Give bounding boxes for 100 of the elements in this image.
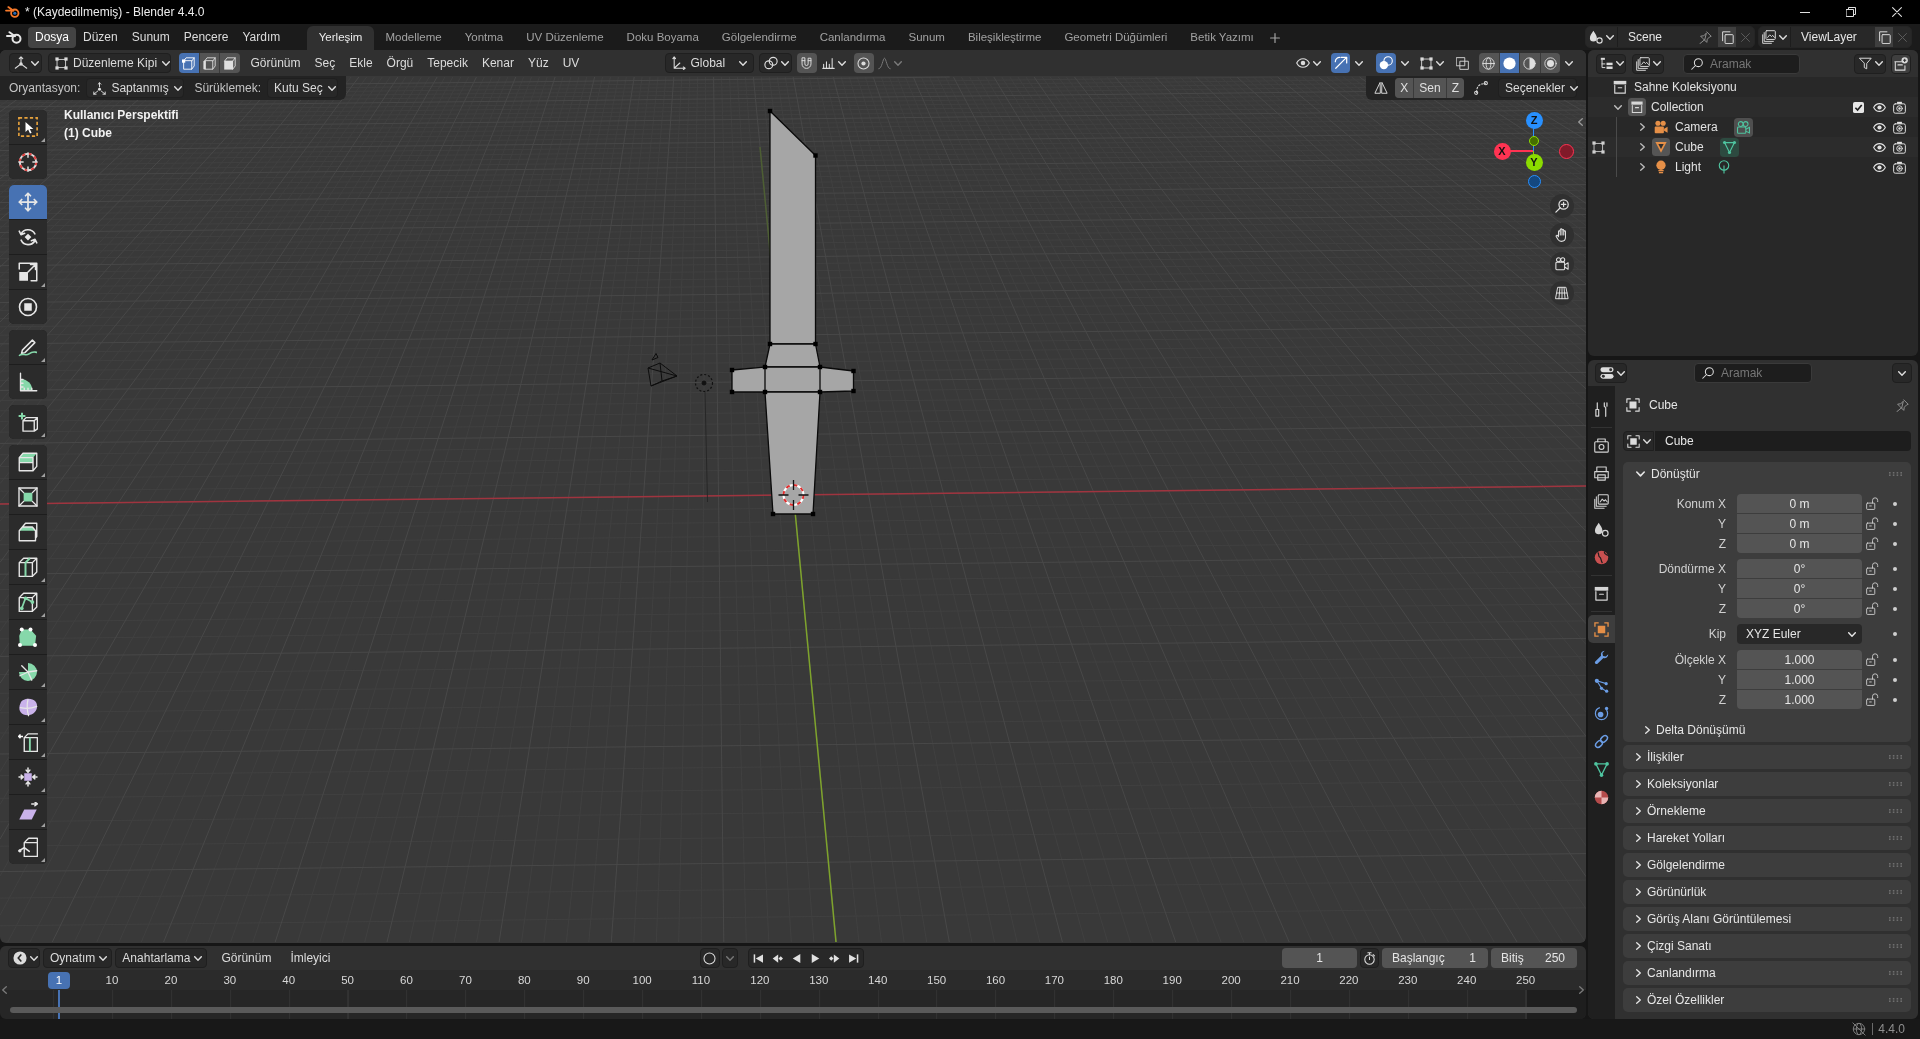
overlay-toggle[interactable] — [1376, 53, 1396, 73]
end-frame-field[interactable]: Bitiş 250 — [1491, 948, 1577, 968]
menu-item[interactable]: Tepecik — [420, 53, 475, 73]
auto-merge-button[interactable] — [1472, 78, 1490, 98]
menu-item[interactable]: Görünüm — [243, 53, 308, 73]
tree-item-label[interactable]: Sahne Koleksiyonu — [1634, 81, 1737, 93]
light-bulb-icon[interactable] — [1654, 160, 1668, 174]
padlock-open-icon[interactable] — [1865, 673, 1879, 686]
chevron-left-icon[interactable] — [1578, 118, 1583, 126]
padlock-open-icon[interactable] — [1865, 537, 1879, 550]
tool-button[interactable] — [9, 550, 47, 584]
menu-item[interactable]: Görünüm — [216, 948, 277, 968]
tool-button[interactable] — [9, 445, 47, 479]
tool-button[interactable] — [9, 220, 47, 254]
panel-header[interactable]: Örnekleme — [1623, 799, 1911, 823]
dot-icon[interactable] — [1893, 632, 1897, 636]
camera-icon[interactable] — [1893, 120, 1906, 134]
padlock-open-icon[interactable] — [1865, 653, 1879, 666]
panel-header[interactable]: Çizgi Sanatı — [1623, 934, 1911, 958]
menu-dropdown[interactable]: Anahtarlama — [115, 948, 208, 968]
editor-type-dropdown[interactable] — [8, 948, 40, 968]
editor-type-dropdown[interactable] — [1595, 363, 1627, 383]
tool-button[interactable] — [9, 145, 47, 179]
gizmo-toggle[interactable] — [1331, 53, 1350, 73]
tool-button[interactable] — [9, 655, 47, 689]
workspace-tab[interactable]: Doku Boyama — [615, 26, 711, 50]
tree-item-label[interactable]: Cube — [1675, 141, 1704, 153]
mode-dropdown[interactable]: Düzenleme Kipi — [48, 53, 171, 73]
menu-item[interactable]: Düzen — [76, 26, 125, 48]
display-mode-dropdown[interactable] — [1596, 53, 1626, 74]
start-frame-field[interactable]: Başlangıç 1 — [1382, 948, 1488, 968]
number-field[interactable]: 0 m — [1737, 514, 1862, 533]
object-name-field[interactable]: Cube — [1655, 431, 1911, 451]
mirror-axis-toggle[interactable]: X — [1395, 78, 1414, 98]
panel-header[interactable]: Dönüştür — [1623, 462, 1911, 486]
number-field[interactable]: 0° — [1737, 599, 1862, 618]
checkbox[interactable] — [1853, 101, 1864, 113]
tree-item-label[interactable]: Light — [1675, 161, 1702, 173]
tool-button[interactable] — [9, 760, 47, 794]
padlock-open-icon[interactable] — [1865, 562, 1879, 575]
workspace-tab[interactable]: Sunum — [896, 26, 957, 50]
current-frame-field[interactable]: 1 — [1282, 948, 1357, 968]
select-mode-button[interactable] — [179, 53, 199, 73]
pivot-dropdown[interactable] — [758, 53, 792, 73]
padlock-open-icon[interactable] — [1865, 693, 1879, 706]
tool-button[interactable] — [9, 255, 47, 289]
dot-icon[interactable] — [1893, 586, 1897, 591]
workspace-tab[interactable]: Yerleşim — [307, 26, 374, 50]
subpanel-header[interactable]: Delta Dönüşümü — [1623, 719, 1911, 741]
number-field[interactable]: 1.000 — [1737, 690, 1862, 709]
chevron-left-icon[interactable] — [2, 986, 7, 994]
square-vertices-icon[interactable] — [1591, 140, 1605, 154]
workspace-tab[interactable]: Bileşikleştirme — [956, 26, 1053, 50]
mirror-axis-toggle[interactable]: Z — [1446, 78, 1464, 98]
preview-range-toggle[interactable] — [1360, 948, 1379, 968]
dot-icon[interactable] — [1893, 657, 1897, 662]
menu-item[interactable]: Ekle — [342, 53, 380, 73]
dot-icon[interactable] — [1893, 697, 1897, 702]
padlock-open-icon[interactable] — [1865, 497, 1879, 510]
panel-header[interactable]: Özel Özellikler — [1623, 988, 1911, 1012]
select-mode-button[interactable] — [220, 53, 240, 73]
workspace-tab[interactable]: Yontma — [453, 26, 515, 50]
orientation-dropdown[interactable]: Saptanmış — [86, 78, 185, 98]
triangle-mesh-icon[interactable] — [1719, 137, 1739, 157]
box-icon[interactable] — [1613, 80, 1627, 94]
proportional-editing-toggle[interactable] — [853, 53, 874, 73]
workspace-tab[interactable]: Canlandırma — [808, 26, 897, 50]
padlock-open-icon[interactable] — [1865, 582, 1879, 595]
bulb-outline-icon[interactable] — [1717, 160, 1732, 174]
playhead-handle[interactable]: 1 — [48, 972, 70, 989]
workspace-tab[interactable]: Geometri Düğümleri — [1052, 26, 1179, 50]
menu-dropdown[interactable]: Oynatım — [43, 948, 113, 968]
tool-button[interactable] — [9, 290, 47, 324]
panel-header[interactable]: Hareket Yolları — [1623, 826, 1911, 850]
eye-icon[interactable] — [1873, 142, 1886, 152]
dot-icon[interactable] — [1893, 677, 1897, 682]
pan-button[interactable] — [1550, 223, 1574, 247]
rotation-mode-dropdown[interactable]: XYZ Euler — [1737, 624, 1862, 644]
zoom-button[interactable] — [1550, 194, 1574, 218]
menu-item[interactable]: Örgü — [379, 53, 421, 73]
options-dropdown[interactable]: Seçenekler — [1498, 78, 1577, 98]
tool-button[interactable] — [9, 480, 47, 514]
view-layer-dropdown[interactable] — [1632, 53, 1664, 74]
panel-header[interactable]: İlişkiler — [1623, 745, 1911, 769]
workspace-tab[interactable]: Betik Yazımı — [1178, 26, 1266, 50]
shading-mode-button[interactable] — [1540, 53, 1560, 73]
tool-button[interactable] — [9, 725, 47, 759]
axis-circle-icon[interactable] — [1529, 136, 1539, 146]
dot-icon[interactable] — [1893, 606, 1897, 611]
padlock-open-icon[interactable] — [1865, 517, 1879, 530]
shading-mode-button[interactable] — [1499, 53, 1519, 73]
shading-mode-button[interactable] — [1520, 53, 1540, 73]
tool-button[interactable] — [9, 620, 47, 654]
panel-header[interactable]: Koleksiyonlar — [1623, 772, 1911, 796]
menu-item[interactable]: Yardım — [235, 26, 288, 48]
tool-button[interactable] — [9, 515, 47, 549]
eye-icon[interactable] — [1873, 122, 1886, 132]
drag-dropdown[interactable]: Kutu Seç — [267, 78, 339, 98]
workspace-tab[interactable]: Modelleme — [373, 26, 454, 50]
options-dropdown[interactable] — [1892, 363, 1912, 383]
